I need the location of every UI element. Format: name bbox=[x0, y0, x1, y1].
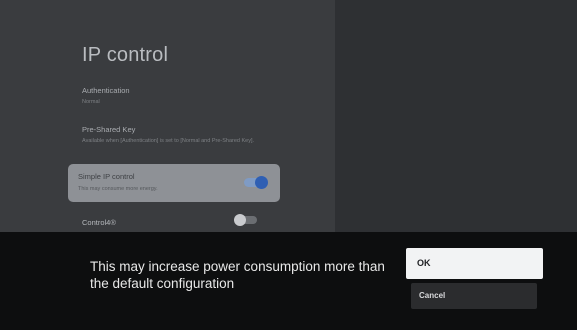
cancel-button-label: Cancel bbox=[419, 291, 446, 300]
cancel-button[interactable]: Cancel bbox=[411, 283, 537, 309]
authentication-label[interactable]: Authentication bbox=[82, 86, 130, 95]
toggle-knob bbox=[234, 214, 246, 226]
ok-button[interactable]: OK bbox=[406, 248, 543, 279]
background-panel bbox=[335, 0, 577, 232]
simple-ip-control-toggle[interactable] bbox=[244, 176, 268, 189]
pre-shared-key-description: Available when [Authentication] is set t… bbox=[82, 138, 255, 144]
dialog-message: This may increase power consumption more… bbox=[90, 259, 385, 291]
control4-label[interactable]: Control4® bbox=[82, 218, 116, 227]
pre-shared-key-label[interactable]: Pre-Shared Key bbox=[82, 125, 135, 134]
tv-screen: IP control Authentication Normal Pre-Sha… bbox=[0, 0, 577, 330]
control4-toggle[interactable] bbox=[234, 214, 257, 226]
ok-button-label: OK bbox=[417, 258, 431, 268]
simple-ip-control-description: This may consume more energy. bbox=[78, 186, 158, 192]
simple-ip-control-label: Simple IP control bbox=[78, 172, 135, 181]
toggle-knob bbox=[255, 176, 268, 189]
authentication-value: Normal bbox=[82, 99, 100, 105]
confirmation-dialog: This may increase power consumption more… bbox=[0, 232, 577, 330]
page-title: IP control bbox=[82, 44, 169, 66]
